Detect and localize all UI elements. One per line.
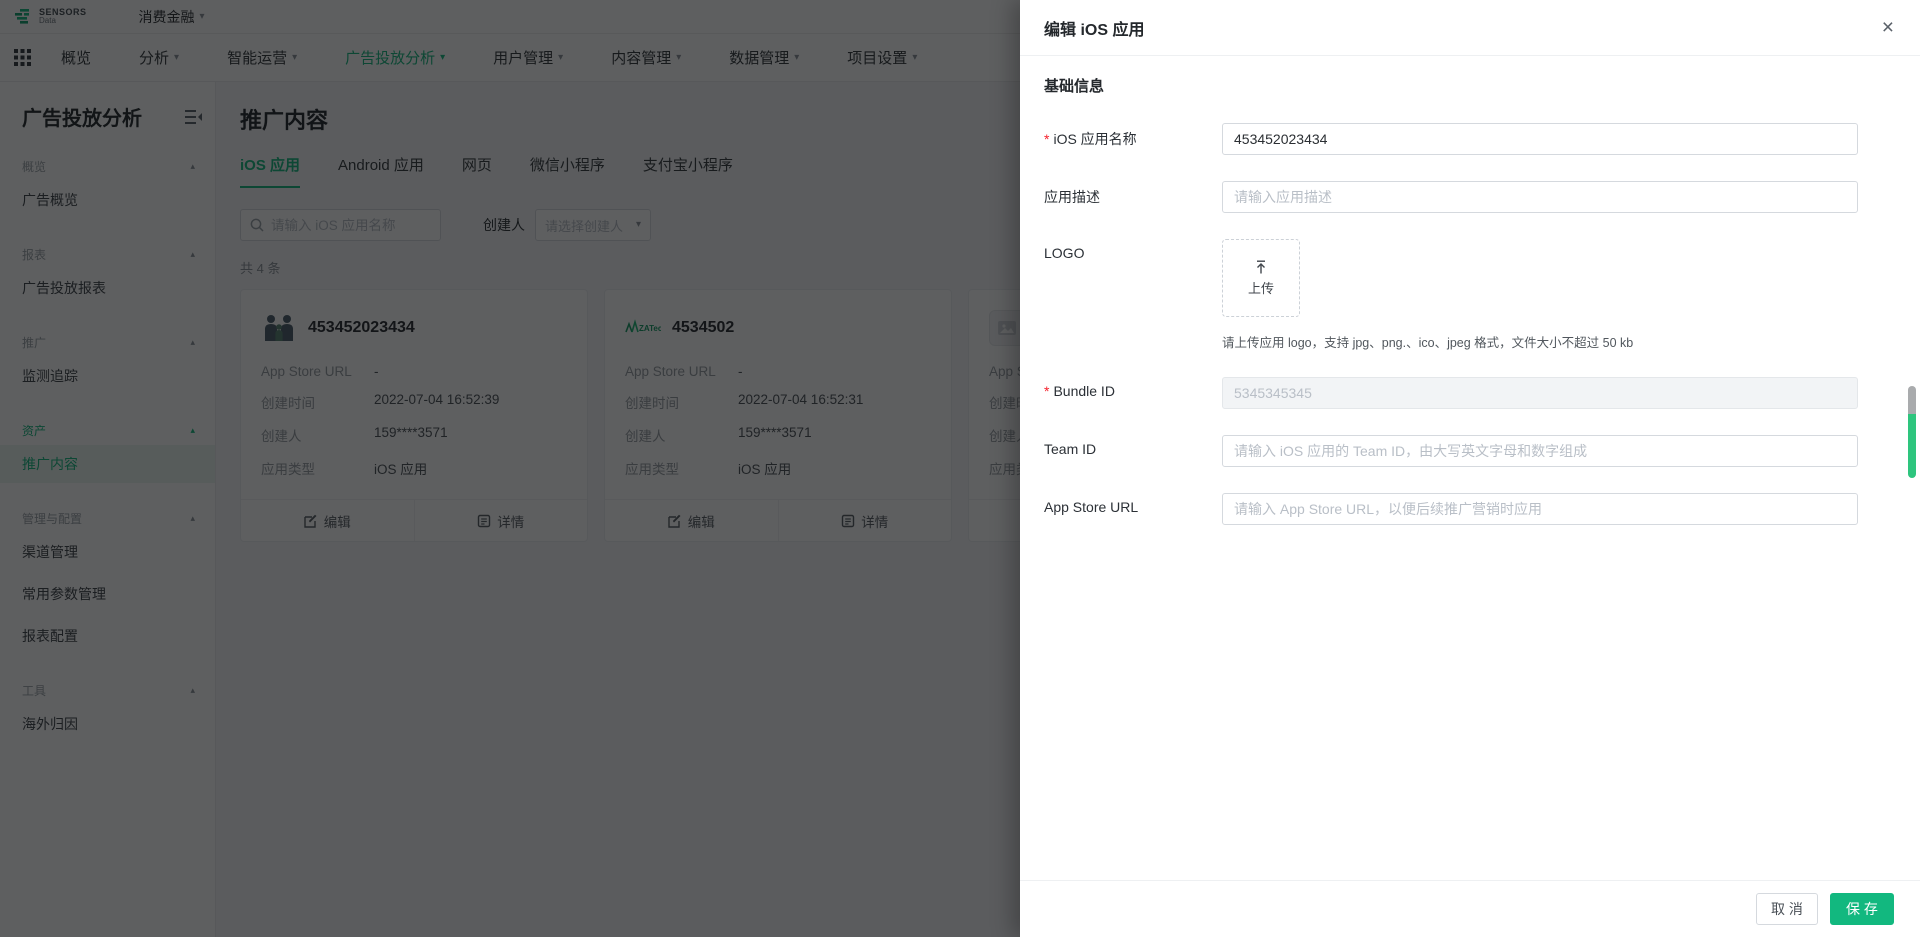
field-control xyxy=(1222,181,1858,213)
field-label: * iOS 应用名称 xyxy=(1044,123,1222,149)
team-id-input[interactable] xyxy=(1222,435,1858,467)
form-row-logo: LOGO 上传 请上传应用 logo，支持 jpg、png.、ico、jpeg … xyxy=(1044,239,1896,351)
field-control xyxy=(1222,123,1858,155)
form-row-description: 应用描述 xyxy=(1044,181,1896,213)
app-store-url-input[interactable] xyxy=(1222,493,1858,525)
scrollbar-thumb[interactable] xyxy=(1908,386,1916,478)
upload-hint: 请上传应用 logo，支持 jpg、png.、ico、jpeg 格式，文件大小不… xyxy=(1222,336,1634,350)
field-control xyxy=(1222,435,1858,467)
close-icon[interactable]: × xyxy=(1882,17,1894,38)
field-label: App Store URL xyxy=(1044,493,1222,515)
required-asterisk: * xyxy=(1044,383,1050,399)
description-input[interactable] xyxy=(1222,181,1858,213)
drawer-title: 编辑 iOS 应用 xyxy=(1044,21,1145,39)
field-label: * Bundle ID xyxy=(1044,377,1222,399)
upload-label: 上传 xyxy=(1247,280,1274,296)
edit-form: *iOS 应用名称 应用描述 LOGO xyxy=(1044,123,1896,525)
upload-icon xyxy=(1257,260,1265,273)
field-label-text: Bundle ID xyxy=(1053,383,1115,399)
field-label-text: 应用描述 xyxy=(1044,189,1100,205)
bundle-id-input xyxy=(1222,377,1858,409)
field-label: Team ID xyxy=(1044,435,1222,457)
scrollbar-thumb-gray xyxy=(1908,386,1916,414)
form-row-bundle-id: * Bundle ID xyxy=(1044,377,1896,409)
field-label-text: Team ID xyxy=(1044,441,1097,457)
form-row-team-id: Team ID xyxy=(1044,435,1896,467)
drawer-body: 基础信息 *iOS 应用名称 应用描述 xyxy=(1020,56,1920,525)
field-control xyxy=(1222,377,1858,409)
drawer-header: 编辑 iOS 应用 × xyxy=(1020,0,1920,56)
logo-upload-button[interactable]: 上传 xyxy=(1222,239,1300,317)
section-title: 基础信息 xyxy=(1044,78,1105,95)
field-label-text: iOS 应用名称 xyxy=(1053,131,1137,147)
edit-ios-app-drawer: 编辑 iOS 应用 × 基础信息 *iOS 应用名称 应用描述 xyxy=(1020,0,1920,937)
field-label: 应用描述 xyxy=(1044,181,1222,207)
form-row-app-store-url: App Store URL xyxy=(1044,493,1896,525)
field-label-text: LOGO xyxy=(1044,245,1085,261)
field-label-text: App Store URL xyxy=(1044,499,1139,515)
field-label: LOGO xyxy=(1044,239,1222,261)
drawer-footer: 取 消 保 存 xyxy=(1020,880,1920,937)
scrollbar-thumb-green xyxy=(1908,414,1916,478)
form-row-app-name: * iOS 应用名称 xyxy=(1044,123,1896,155)
field-control xyxy=(1222,493,1858,525)
save-button[interactable]: 保 存 xyxy=(1830,893,1894,925)
required-asterisk: * xyxy=(1044,131,1050,147)
app-name-input[interactable] xyxy=(1222,123,1858,155)
field-control: 上传 请上传应用 logo，支持 jpg、png.、ico、jpeg 格式，文件… xyxy=(1222,239,1858,351)
app-root: SENSORS Data 消费金融 ▾ 概览 分析 ▾ xyxy=(0,0,1920,937)
cancel-button[interactable]: 取 消 xyxy=(1756,893,1818,925)
